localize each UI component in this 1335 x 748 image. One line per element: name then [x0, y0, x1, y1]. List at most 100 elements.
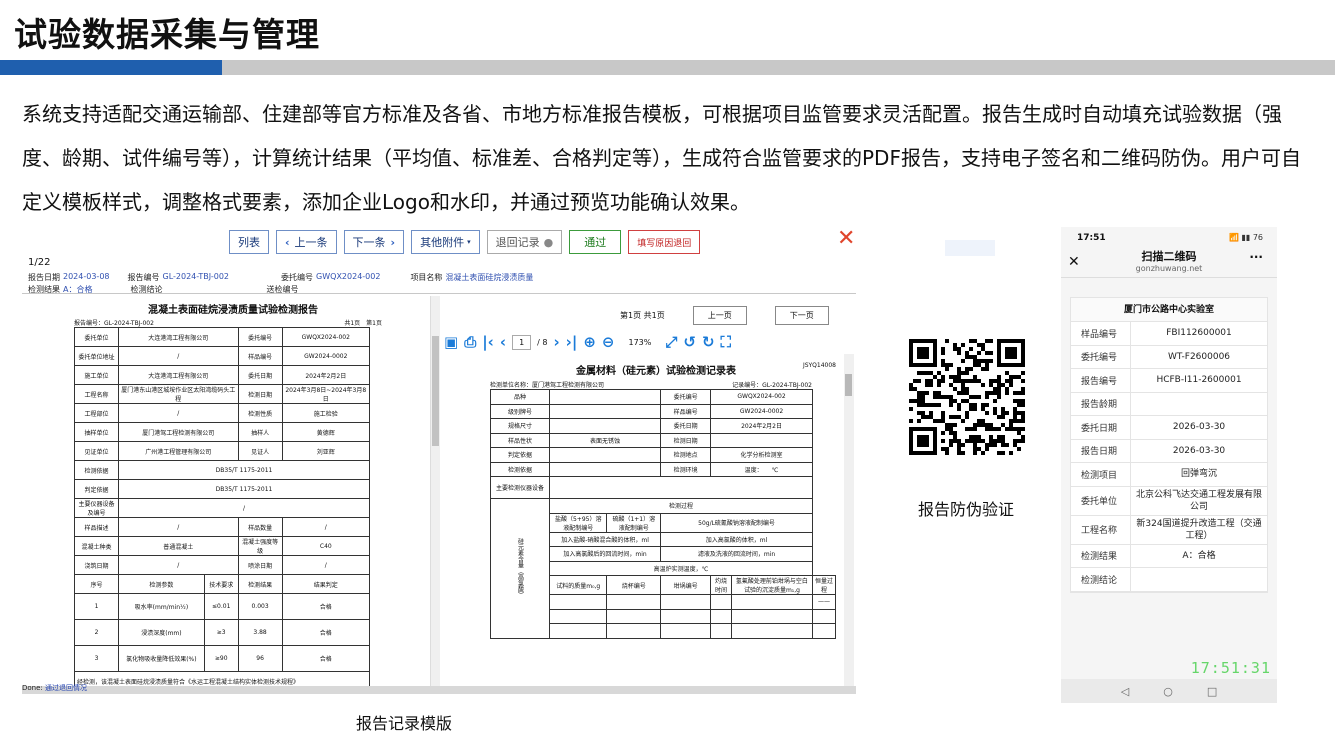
qr-module: [969, 355, 973, 359]
scroll-thumb[interactable]: [432, 336, 439, 446]
scroll-thumb[interactable]: [845, 374, 852, 396]
list-button[interactable]: 列表: [229, 230, 269, 254]
qr-module: [973, 407, 977, 411]
rotate-right-icon[interactable]: ↻: [702, 332, 715, 352]
qr-module: [917, 403, 921, 407]
right-vertical-scrollbar[interactable]: [844, 354, 854, 686]
pass-label: 通过: [584, 236, 607, 249]
qr-module: [953, 431, 957, 435]
qr-module: [969, 379, 973, 383]
table-cell: DB35/T 1175-2011: [118, 460, 370, 480]
fullscreen-icon[interactable]: ⛶: [721, 332, 732, 352]
last-page-icon[interactable]: ›|: [566, 332, 578, 352]
table-cell: 混凝土种类: [74, 536, 119, 556]
qr-module: [989, 423, 993, 427]
caret-down-icon: ▾: [467, 238, 471, 246]
table-cell: [710, 623, 732, 639]
zoom-out-icon[interactable]: ⊖: [602, 332, 615, 352]
zoom-level[interactable]: 173%: [629, 338, 652, 347]
qr-module: [929, 411, 933, 415]
table-cell: 恒量过程: [811, 575, 837, 595]
pass-button[interactable]: 通过: [569, 230, 622, 254]
qr-module: [1021, 371, 1025, 375]
qr-module: [981, 359, 985, 363]
list-item: 检测结果 A：合格: [1071, 544, 1267, 568]
more-icon[interactable]: ···: [1249, 250, 1263, 264]
report-no-label: 报告编号: [127, 273, 160, 282]
table-cell: 工程部位: [74, 403, 119, 423]
qr-module: [981, 423, 985, 427]
recent-apps-icon[interactable]: □: [1207, 685, 1217, 698]
qr-module: [909, 383, 913, 387]
qr-module: [961, 451, 965, 455]
next-page-icon[interactable]: ›: [553, 332, 559, 352]
right-doc-title: 金属材料（硅元素）试验检测记录表: [576, 366, 736, 377]
qr-module: [1009, 375, 1013, 379]
prev-page-icon[interactable]: ‹: [500, 332, 506, 352]
qr-module: [969, 347, 973, 351]
table-cell: 3: [74, 645, 119, 672]
report-toolbar: 列表 ‹ 上一条 下一条 › 其他附件 ▾ 退回记录 ● 通过 填写原因退回: [229, 230, 701, 254]
faint-tag: [945, 240, 995, 256]
return-record-button[interactable]: 退回记录 ●: [486, 230, 563, 254]
close-icon[interactable]: ✕: [1068, 254, 1080, 270]
qr-module: [929, 403, 933, 407]
page-number-input[interactable]: 1: [512, 334, 532, 350]
qr-caption: 报告防伪验证: [918, 500, 1015, 519]
qr-module: [997, 439, 1001, 443]
attachments-dropdown[interactable]: 其他附件 ▾: [411, 230, 480, 254]
print-icon[interactable]: ⎙: [464, 332, 476, 352]
table-cell: 检测依据: [490, 461, 550, 477]
qr-module: [993, 427, 997, 431]
save-icon[interactable]: ▣: [444, 332, 458, 352]
report-document-left: 混凝土表面硅烷浸渍质量试验检测报告 报告编号：GL-2024-TBJ-002 共…: [36, 296, 430, 686]
first-page-icon[interactable]: |‹: [482, 332, 494, 352]
qr-module: [1013, 419, 1017, 423]
report-caption: 报告记录模版: [356, 714, 453, 733]
qr-module: [929, 371, 933, 375]
qr-module: [957, 447, 961, 451]
home-icon[interactable]: ○: [1163, 685, 1173, 698]
left-vertical-scrollbar[interactable]: [430, 296, 440, 686]
qr-module: [909, 399, 913, 403]
qr-module: [961, 443, 965, 447]
table-cell: 刘亚辉: [281, 441, 371, 461]
pdf-page-nav: 第1页 共1页 上一页 下一页: [620, 306, 829, 325]
field-value: 新324国道提升改造工程（交通工程）: [1136, 518, 1262, 541]
table-cell: [660, 594, 712, 610]
qr-module: [957, 403, 961, 407]
table-row: 检测依据 DB35/T 1175-2011: [74, 460, 370, 480]
table-row: 硅元素含量（高氯酸） 检测过程: [490, 498, 836, 639]
horizontal-scrollbar[interactable]: [22, 686, 856, 694]
qr-module: [961, 387, 965, 391]
qr-module: [929, 383, 933, 387]
rotate-left-icon[interactable]: ↺: [683, 332, 696, 352]
qr-module: [941, 419, 945, 423]
table-cell: 结果判定: [281, 574, 371, 594]
qr-module: [997, 383, 1001, 387]
table-row: 工程部位 / 检测性质 施工检验: [74, 403, 371, 423]
qr-module: [1009, 427, 1013, 431]
back-icon[interactable]: ◁: [1121, 685, 1129, 698]
qr-module: [989, 443, 993, 447]
table-cell: [710, 594, 732, 610]
phone-time: 17:51: [1077, 233, 1106, 243]
fill-reason-return-button[interactable]: 填写原因退回: [628, 230, 701, 254]
zoom-in-icon[interactable]: ⊕: [583, 332, 596, 352]
phone-navbar: ◁ ○ □: [1061, 679, 1277, 703]
next-record-button[interactable]: 下一条 ›: [343, 230, 405, 254]
next-page-button[interactable]: 下一页: [774, 306, 829, 325]
qr-module: [985, 427, 989, 431]
table-cell: 大连港湾工程有限公司: [118, 327, 239, 347]
prev-record-button[interactable]: ‹ 上一条: [276, 230, 337, 254]
table-cell: 样品编号: [660, 403, 712, 419]
close-icon[interactable]: ✕: [837, 226, 855, 251]
qr-module: [1021, 435, 1025, 439]
fit-page-icon[interactable]: ⤢: [665, 332, 677, 352]
status-link[interactable]: 通过退回情况: [45, 684, 87, 692]
qr-module: [937, 419, 941, 423]
table-cell: 合格: [281, 593, 371, 620]
table-cell: /: [118, 403, 239, 423]
prev-page-button[interactable]: 上一页: [692, 306, 747, 325]
qr-module: [977, 423, 981, 427]
